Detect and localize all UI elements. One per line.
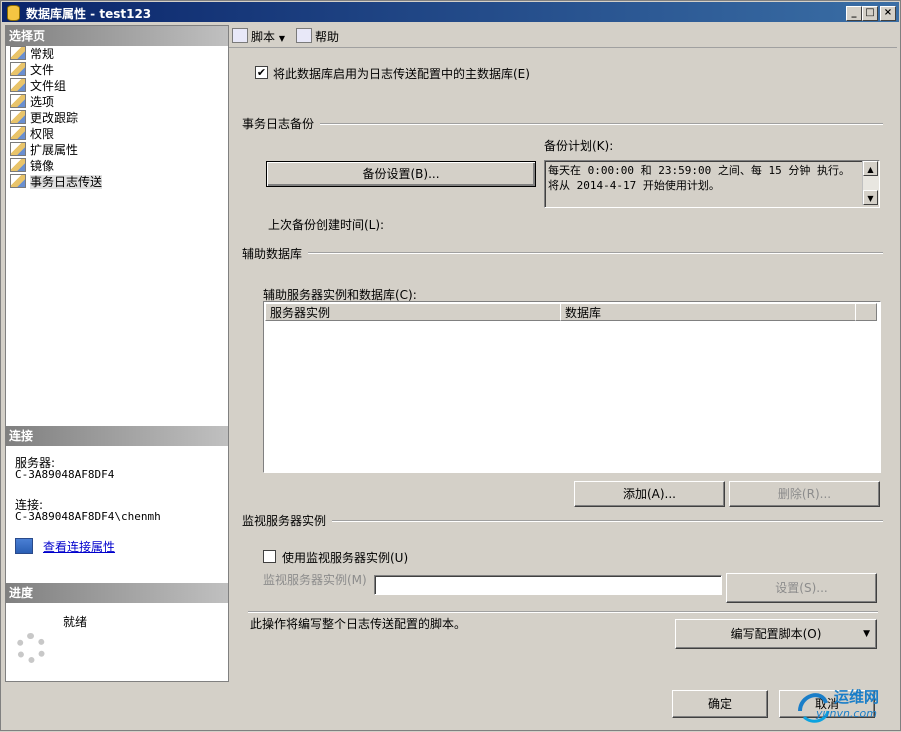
monitor-settings-button[interactable]: 设置(S)...: [726, 573, 877, 603]
scroll-up-icon[interactable]: ▲: [863, 161, 878, 176]
nav-item-files[interactable]: 文件: [10, 62, 54, 78]
grid-header-database[interactable]: 数据库: [560, 303, 856, 321]
page-icon: [10, 94, 26, 108]
dropdown-arrow-icon: ▼: [278, 34, 285, 43]
script-icon: [232, 28, 248, 43]
view-connection-properties[interactable]: 查看连接属性: [15, 538, 115, 555]
remove-button[interactable]: 删除(R)...: [729, 481, 880, 507]
enable-primary-label: 将此数据库启用为日志传送配置中的主数据库(E): [273, 67, 530, 81]
nav-item-extended-properties[interactable]: 扩展属性: [10, 142, 78, 158]
schedule-scrollbar[interactable]: ▲ ▼: [862, 161, 879, 205]
minimize-button[interactable]: _: [846, 6, 862, 21]
grid-header-server-instance[interactable]: 服务器实例: [265, 303, 561, 321]
toolbar: 脚本 ▼ 帮助: [229, 25, 897, 48]
nav-item-options[interactable]: 选项: [10, 94, 54, 110]
page-icon: [10, 46, 26, 60]
nav-item-general[interactable]: 常规: [10, 46, 54, 62]
progress-status: 就绪: [63, 615, 88, 629]
script-config-label: 编写配置脚本(O): [730, 627, 822, 641]
group-divider: [248, 611, 878, 613]
connection-header: 连接: [6, 426, 228, 446]
monitor-group-title: 监视服务器实例: [242, 514, 327, 528]
connection-value: C-3A89048AF8DF4\chenmh: [15, 510, 161, 523]
monitor-instance-input[interactable]: [374, 575, 722, 595]
help-button[interactable]: 帮助: [296, 28, 339, 45]
help-icon: [296, 28, 312, 43]
use-monitor-label: 使用监视服务器实例(U): [282, 551, 409, 565]
last-backup-label: 上次备份创建时间(L):: [268, 218, 385, 232]
page-icon: [10, 62, 26, 76]
window-title: 数据库属性 - test123: [26, 7, 152, 21]
grid-header-extra: [855, 303, 877, 321]
tlog-backup-group-title: 事务日志备份: [242, 117, 315, 131]
secondary-grid[interactable]: 服务器实例 数据库: [263, 301, 881, 473]
page-icon: [10, 158, 26, 172]
page-icon: [10, 78, 26, 92]
close-button[interactable]: ×: [880, 6, 896, 21]
watermark-cn: 运维网: [834, 688, 880, 706]
backup-settings-button[interactable]: 备份设置(B)...: [266, 161, 536, 187]
connection-properties-icon: [15, 538, 33, 554]
progress-spinner-icon: [16, 633, 46, 663]
script-note: 此操作将编写整个日志传送配置的脚本。: [250, 617, 467, 631]
group-divider: [308, 252, 883, 254]
watermark-logo: 运维网 yunvn.com: [792, 683, 901, 729]
group-divider: [320, 123, 883, 125]
scroll-down-icon[interactable]: ▼: [863, 190, 878, 205]
progress-area: 就绪: [6, 603, 228, 681]
page-icon: [10, 174, 26, 188]
schedule-textbox: 每天在 0:00:00 和 23:59:00 之间、每 15 分钟 执行。将从 …: [544, 160, 880, 208]
monitor-instance-label: 监视服务器实例(M): [263, 573, 367, 587]
watermark-en: yunvn.com: [816, 707, 877, 720]
title-bar[interactable]: 数据库属性 - test123 _ □ ×: [2, 2, 899, 22]
page-icon: [10, 126, 26, 140]
add-button[interactable]: 添加(A)...: [574, 481, 725, 507]
script-dropdown[interactable]: 脚本 ▼: [232, 28, 285, 45]
nav-item-mirroring[interactable]: 镜像: [10, 158, 54, 174]
page-icon: [10, 142, 26, 156]
select-page-header: 选择页: [6, 26, 228, 46]
view-connection-link[interactable]: 查看连接属性: [43, 540, 115, 554]
maximize-button[interactable]: □: [862, 6, 878, 21]
script-config-button[interactable]: 编写配置脚本(O) ▼: [675, 619, 877, 649]
server-value: C-3A89048AF8DF4: [15, 468, 115, 481]
database-icon: [7, 5, 20, 21]
ok-button[interactable]: 确定: [672, 690, 768, 718]
nav-item-filegroups[interactable]: 文件组: [10, 78, 66, 94]
dropdown-arrow-icon: ▼: [863, 629, 870, 639]
nav-item-permissions[interactable]: 权限: [10, 126, 54, 142]
left-panel: 选择页 常规 文件 文件组 选项 更改跟踪 权限 扩展属性 镜像 事务日志传送 …: [5, 25, 229, 682]
progress-header: 进度: [6, 583, 228, 603]
use-monitor-checkbox[interactable]: [263, 550, 276, 563]
schedule-text: 每天在 0:00:00 和 23:59:00 之间、每 15 分钟 执行。将从 …: [548, 164, 850, 192]
schedule-label: 备份计划(K):: [544, 139, 614, 153]
secondary-group-title: 辅助数据库: [242, 247, 303, 261]
group-divider: [332, 520, 883, 522]
page-icon: [10, 110, 26, 124]
nav-item-log-shipping[interactable]: 事务日志传送: [10, 174, 103, 190]
enable-primary-checkbox[interactable]: ✔: [255, 66, 268, 79]
nav-item-change-tracking[interactable]: 更改跟踪: [10, 110, 78, 126]
